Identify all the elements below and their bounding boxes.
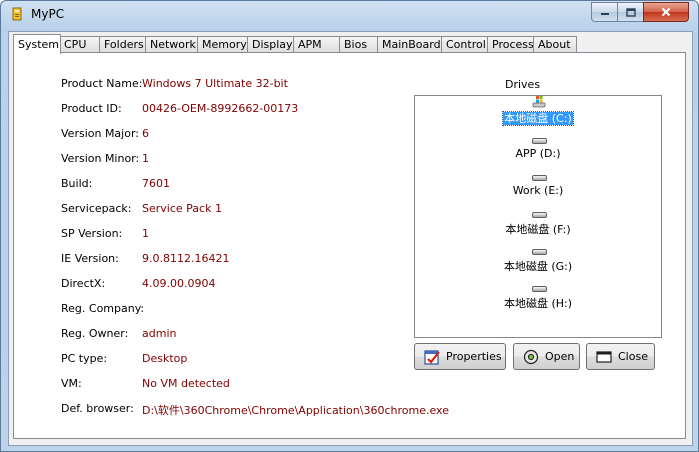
minimize-icon <box>600 13 609 15</box>
maximize-button[interactable] <box>617 2 644 22</box>
properties-button[interactable]: Properties <box>414 343 506 370</box>
close-icon <box>661 7 671 17</box>
title-bar[interactable]: MyPC <box>1 1 698 27</box>
close-button[interactable]: Close <box>586 343 655 370</box>
hard-drive-icon <box>532 249 547 255</box>
info-value: 1 <box>142 227 149 240</box>
disc-open-icon <box>523 349 539 364</box>
info-label: Build: <box>61 177 93 190</box>
maximize-icon <box>625 7 636 17</box>
drive-label: APP (D:) <box>515 147 561 160</box>
tab-display[interactable]: Display <box>247 36 295 53</box>
drive-item-e[interactable]: Work (E:) <box>415 172 661 206</box>
properties-button-label: Properties <box>446 350 502 363</box>
info-label: IE Version: <box>61 252 119 265</box>
tab-control[interactable]: Control <box>441 36 493 53</box>
windows-drive-icon <box>532 96 546 108</box>
info-value: 1 <box>142 152 149 165</box>
info-label: VM: <box>61 377 82 390</box>
info-value: 00426-OEM-8992662-00173 <box>142 102 299 115</box>
properties-icon <box>424 349 440 365</box>
drive-item-g[interactable]: 本地磁盘 (G:) <box>415 246 661 280</box>
info-label: DirectX: <box>61 277 106 290</box>
tab-apm[interactable]: APM <box>293 36 341 53</box>
info-label: Product Name: <box>61 77 143 90</box>
drive-label: Work (E:) <box>512 184 564 197</box>
hard-drive-icon <box>532 175 547 181</box>
tab-network[interactable]: Network <box>145 36 199 53</box>
drive-item-f[interactable]: 本地磁盘 (F:) <box>415 209 661 243</box>
info-label: Reg. Company: <box>61 302 145 315</box>
info-label: PC type: <box>61 352 108 365</box>
info-value: admin <box>142 327 177 340</box>
window-close-button[interactable] <box>643 2 689 22</box>
close-window-icon <box>596 350 612 363</box>
info-value: 9.0.8112.16421 <box>142 252 230 265</box>
drive-item-d[interactable]: APP (D:) <box>415 135 661 169</box>
tab-mainboard[interactable]: MainBoard <box>377 36 443 53</box>
info-label: Version Major: <box>61 127 139 140</box>
open-button-label: Open <box>545 350 575 363</box>
info-label: Def. browser: <box>61 402 134 415</box>
drive-label: 本地磁盘 (G:) <box>503 260 573 273</box>
info-value: No VM detected <box>142 377 230 390</box>
info-label: Reg. Owner: <box>61 327 129 340</box>
app-icon <box>12 7 22 21</box>
main-window: MyPC System CPU Folders Network Memory D… <box>0 0 699 452</box>
info-value: 6 <box>142 127 149 140</box>
info-label: Servicepack: <box>61 202 132 215</box>
info-label: Product ID: <box>61 102 122 115</box>
system-panel: Product Name: Windows 7 Ultimate 32-bit … <box>13 52 686 439</box>
hard-drive-icon <box>532 212 547 218</box>
drive-label: 本地磁盘 (F:) <box>505 223 571 236</box>
drive-label: 本地磁盘 (C:) <box>502 111 574 126</box>
open-button[interactable]: Open <box>513 343 580 370</box>
info-value: Desktop <box>142 352 188 365</box>
info-label: Version Minor: <box>61 152 140 165</box>
drive-label: 本地磁盘 (H:) <box>503 297 573 310</box>
tab-process[interactable]: Process <box>487 36 539 53</box>
tab-folders[interactable]: Folders <box>99 36 151 53</box>
tab-memory[interactable]: Memory <box>197 36 249 53</box>
info-value: Windows 7 Ultimate 32-bit <box>142 77 288 90</box>
drives-label: Drives <box>505 78 541 91</box>
hard-drive-icon <box>532 138 547 144</box>
minimize-button[interactable] <box>591 2 618 22</box>
info-value: Service Pack 1 <box>142 202 222 215</box>
drives-list[interactable]: 本地磁盘 (C:) APP (D:) Work (E:) 本地磁盘 (F:) 本… <box>414 95 662 338</box>
info-value: 4.09.00.0904 <box>142 277 216 290</box>
window-title: MyPC <box>31 7 65 21</box>
info-value: 7601 <box>142 177 170 190</box>
tab-about[interactable]: About <box>533 36 577 53</box>
info-value: D:\软件\360Chrome\Chrome\Application\360ch… <box>142 404 449 417</box>
hard-drive-icon <box>532 286 547 292</box>
drive-item-c[interactable]: 本地磁盘 (C:) <box>415 96 661 132</box>
info-label: SP Version: <box>61 227 123 240</box>
tab-system[interactable]: System <box>13 34 61 54</box>
drive-item-h[interactable]: 本地磁盘 (H:) <box>415 283 661 317</box>
client-area: System CPU Folders Network Memory Displa… <box>8 31 693 446</box>
close-button-label: Close <box>618 350 648 363</box>
